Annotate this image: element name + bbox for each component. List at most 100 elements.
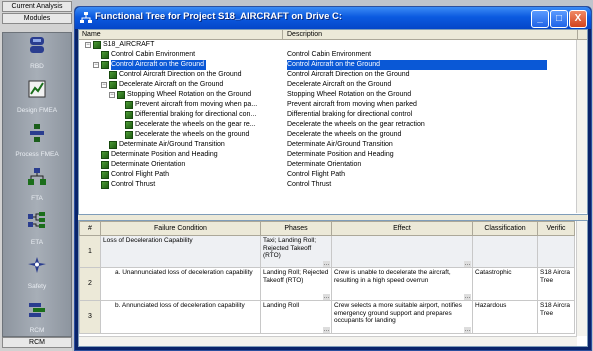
tree-node-name: Control Aircraft on the Ground xyxy=(111,60,206,70)
tree-node-name: Control Aircraft Direction on the Ground xyxy=(119,71,242,78)
tree-node-description: Differential braking for directional con… xyxy=(287,111,413,118)
failure-cell[interactable]: b. Annunciated loss of deceleration capa… xyxy=(100,300,261,334)
tree-node-description: Control Aircraft on the Ground xyxy=(287,60,547,70)
tree-node-name: Control Cabin Environment xyxy=(111,51,196,58)
tree-node[interactable]: Determinate Air/Ground Transition Determi… xyxy=(79,140,574,150)
tree-node[interactable]: Determinate Position and Heading Determin… xyxy=(79,150,574,160)
rcm-icon xyxy=(29,303,45,317)
function-node-icon xyxy=(93,41,101,49)
col-header-failure[interactable]: Failure Condition xyxy=(100,221,261,236)
module-process-fmea[interactable]: Process FMEA xyxy=(3,121,71,165)
tree-node[interactable]: Decelerate the wheels on the ground Decel… xyxy=(79,130,574,140)
function-node-icon xyxy=(109,141,117,149)
table-row[interactable]: 3 b. Annunciated loss of deceleration ca… xyxy=(79,300,575,334)
col-header-num[interactable]: # xyxy=(79,221,101,236)
effect-cell[interactable]: Crew selects a more suitable airport, no… xyxy=(331,300,473,334)
module-rcm[interactable]: RCM xyxy=(3,297,71,341)
tree-node[interactable]: Differential braking for directional con… xyxy=(79,110,574,120)
tree-expander-icon[interactable]: − xyxy=(109,92,115,98)
module-eta[interactable]: ETA xyxy=(3,209,71,253)
row-number: 1 xyxy=(79,235,101,268)
classification-cell[interactable]: Catastrophic xyxy=(472,267,538,301)
tree-node[interactable]: Determinate Orientation Determinate Orien… xyxy=(79,160,574,170)
tree-node-name: Determinate Orientation xyxy=(111,161,186,168)
module-label: Design FMEA xyxy=(16,107,58,114)
function-node-icon xyxy=(101,51,109,59)
col-header-effect[interactable]: Effect xyxy=(331,221,473,236)
tree-node-name: Control Thrust xyxy=(111,181,156,188)
function-node-icon xyxy=(125,121,133,129)
rcm-bottom-tab[interactable]: RCM xyxy=(2,337,72,348)
window-client: Name Description − S18_AIRCRAFT Control Ca… xyxy=(78,29,588,347)
title-bar[interactable]: Functional Tree for Project S18_AIRCRAFT… xyxy=(75,7,591,29)
verification-cell[interactable]: S18 Aircra Tree xyxy=(537,300,575,334)
tree-node[interactable]: Control Cabin Environment Control Cabin E… xyxy=(79,50,574,60)
module-design-fmea[interactable]: Design FMEA xyxy=(3,77,71,121)
classification-cell[interactable] xyxy=(472,235,538,268)
tree-node[interactable]: Control Thrust Control Thrust xyxy=(79,180,574,190)
phases-cell[interactable]: Taxi; Landing Roll; Rejected Takeoff (RT… xyxy=(260,235,332,268)
failure-condition-grid[interactable]: # Failure Condition Phases Effect Classi… xyxy=(78,220,588,347)
table-row[interactable]: 2 a. Unannunciated loss of deceleration … xyxy=(79,267,575,301)
grid-scrollbar[interactable] xyxy=(576,221,587,336)
module-fta[interactable]: FTA xyxy=(3,165,71,209)
effect-cell[interactable] xyxy=(331,235,473,268)
tree-node-name: Prevent aircraft from moving when pa... xyxy=(135,101,258,108)
col-description-header[interactable]: Description xyxy=(284,30,578,39)
close-button[interactable]: X xyxy=(569,10,587,28)
tree-node[interactable]: − Control Aircraft on the Ground Control A… xyxy=(79,60,574,70)
functional-tree-window: Functional Tree for Project S18_AIRCRAFT… xyxy=(74,6,592,351)
tree-node[interactable]: Control Flight Path Control Flight Path xyxy=(79,170,574,180)
phases-cell[interactable]: Landing Roll; Rejected Takeoff (RTO) xyxy=(260,267,332,301)
tree-node-description: Decelerate the wheels on the gear retrac… xyxy=(287,121,425,128)
functional-tree[interactable]: Name Description − S18_AIRCRAFT Control Ca… xyxy=(78,29,588,215)
maximize-button[interactable]: □ xyxy=(550,10,568,28)
module-label: Safety xyxy=(27,283,47,290)
failure-cell[interactable]: a. Unannunciated loss of deceleration ca… xyxy=(100,267,261,301)
table-row[interactable]: 1 Loss of Deceleration Capability Taxi; … xyxy=(79,235,575,268)
tree-expander-icon[interactable]: − xyxy=(101,82,107,88)
tree-node-description: Determinate Orientation xyxy=(287,161,362,168)
tree-node-name: Decelerate the wheels on the ground xyxy=(135,131,250,138)
tree-expander-icon[interactable]: − xyxy=(85,42,91,48)
tree-node[interactable]: Decelerate the wheels on the gear re... D… xyxy=(79,120,574,130)
current-analysis-tab[interactable]: Current Analysis xyxy=(2,1,72,12)
minimize-button[interactable]: _ xyxy=(531,10,549,28)
col-header-phases[interactable]: Phases xyxy=(260,221,332,236)
grid-horizontal-scrollbar[interactable] xyxy=(79,336,577,346)
tree-node-name: S18_AIRCRAFT xyxy=(103,41,155,48)
pane-splitter[interactable] xyxy=(78,215,588,219)
module-label: RBD xyxy=(30,63,44,70)
tree-node[interactable]: − Decelerate Aircraft on the Ground Decele… xyxy=(79,80,574,90)
tree-expander-icon[interactable]: − xyxy=(93,62,99,68)
phases-cell[interactable]: Landing Roll xyxy=(260,300,332,334)
col-header-classification[interactable]: Classification xyxy=(472,221,538,236)
module-safety[interactable]: Safety xyxy=(3,253,71,297)
tree-node-description: Stopping Wheel Rotation on the Ground xyxy=(287,91,412,98)
function-node-icon xyxy=(101,181,109,189)
function-node-icon xyxy=(125,111,133,119)
tree-scrollbar[interactable] xyxy=(576,40,587,213)
tree-node[interactable]: − S18_AIRCRAFT xyxy=(79,40,574,50)
tree-node-name: Stopping Wheel Rotation on the Ground xyxy=(127,91,252,98)
verification-cell[interactable] xyxy=(537,235,575,268)
tree-node-description: Decelerate the wheels on the ground xyxy=(287,131,402,138)
tree-node[interactable]: Control Aircraft Direction on the Ground… xyxy=(79,70,574,80)
tree-node[interactable]: Prevent aircraft from moving when pa... P… xyxy=(79,100,574,110)
col-name-header[interactable]: Name xyxy=(79,30,283,39)
tree-node-description: Control Aircraft Direction on the Ground xyxy=(287,71,410,78)
modules-header[interactable]: Modules xyxy=(2,13,72,24)
function-node-icon xyxy=(125,131,133,139)
classification-cell[interactable]: Hazardous xyxy=(472,300,538,334)
module-label: FTA xyxy=(31,195,43,202)
verification-cell[interactable]: S18 Aircra Tree xyxy=(537,267,575,301)
fta-icon xyxy=(28,168,46,185)
col-header-verification[interactable]: Verific xyxy=(537,221,575,236)
tree-icon xyxy=(80,12,92,23)
tree-node[interactable]: − Stopping Wheel Rotation on the Ground St… xyxy=(79,90,574,100)
effect-cell[interactable]: Crew is unable to decelerate the aircraf… xyxy=(331,267,473,301)
failure-cell[interactable]: Loss of Deceleration Capability xyxy=(100,235,261,268)
module-rbd[interactable]: RBD xyxy=(3,33,71,77)
window-title: Functional Tree for Project S18_AIRCRAFT… xyxy=(95,11,343,22)
tree-node-name: Determinate Air/Ground Transition xyxy=(119,141,225,148)
